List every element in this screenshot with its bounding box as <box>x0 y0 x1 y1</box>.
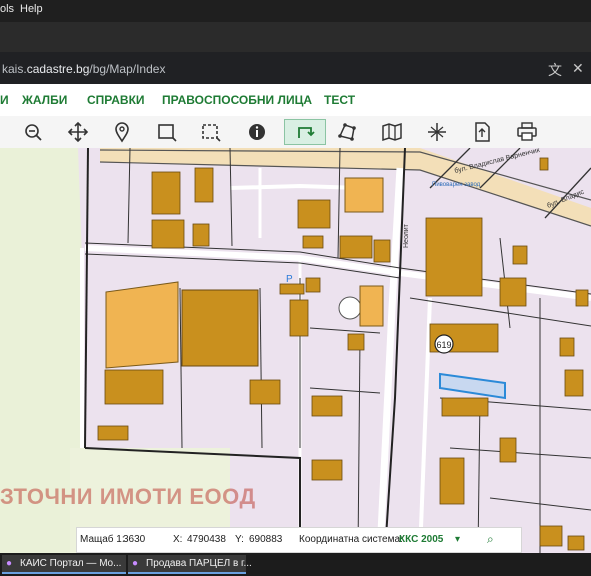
info-icon[interactable] <box>244 120 270 144</box>
pan-icon[interactable] <box>65 120 91 144</box>
cadastral-map[interactable]: 619 бул. Владислав Варненчик бул. Владис… <box>0 148 591 553</box>
coordinates-status-bar: Мащаб 1: 3630 X: 4790438 Y: 690883 Коорд… <box>76 527 522 553</box>
zoom-out-icon[interactable] <box>20 120 46 144</box>
map-toolbar <box>0 116 591 149</box>
x-value: 4790438 <box>187 534 226 545</box>
url-host: cadastre.bg <box>26 62 90 76</box>
polygon-icon[interactable] <box>334 120 360 144</box>
building-large <box>359 285 384 327</box>
print-icon[interactable] <box>514 120 540 144</box>
nav-item-test[interactable]: ТЕСТ <box>324 93 355 107</box>
url-text[interactable]: kais.cadastre.bg/bg/Map/Index <box>2 62 165 76</box>
scale-label: Мащаб 1: <box>80 534 125 545</box>
menu-tools[interactable]: ols <box>0 3 14 15</box>
taskbar-item-kais[interactable]: ● КАИС Портал — Mo... <box>2 555 126 574</box>
parking-label: P <box>286 274 293 285</box>
taskbar-item-label: КАИС Портал — Mo... <box>20 558 122 569</box>
building-large <box>344 177 384 213</box>
nav-item-references[interactable]: СПРАВКИ <box>87 93 145 107</box>
url-path: /bg/Map/Index <box>89 62 166 76</box>
selected-plot <box>439 372 506 400</box>
menu-bar: ols Help <box>0 0 591 22</box>
url-prefix: kais. <box>2 62 27 76</box>
map-icon[interactable] <box>379 120 405 144</box>
address-bar[interactable]: kais.cadastre.bg/bg/Map/Index 文 ✕ <box>0 54 591 84</box>
nav-item-partial[interactable]: И <box>0 93 9 107</box>
close-icon[interactable]: ✕ <box>572 60 584 77</box>
y-label: Y: <box>235 534 244 545</box>
y-value: 690883 <box>249 534 283 545</box>
taskbar-item-listing[interactable]: ● Продава ПАРЦЕЛ в г... <box>128 555 252 574</box>
nav-item-licensed-persons[interactable]: ПРАВОСПОСОБНИ ЛИЦА <box>162 93 312 107</box>
plot-number: 619 <box>436 340 451 350</box>
cross-section-icon[interactable] <box>424 120 450 144</box>
export-icon[interactable] <box>469 120 495 144</box>
menu-help[interactable]: Help <box>20 3 43 15</box>
browser-tab-strip <box>0 22 591 52</box>
scale-value: 3630 <box>123 534 146 545</box>
taskbar: ● КАИС Портал — Mo... ● Продава ПАРЦЕЛ в… <box>0 553 591 576</box>
routing-icon[interactable] <box>284 119 326 145</box>
landmark-label: Пивоварен завод <box>432 182 481 188</box>
street-label-vertical: Неолит <box>403 223 410 248</box>
main-nav: И ЖАЛБИ СПРАВКИ ПРАВОСПОСОБНИ ЛИЦА ТЕСТ <box>0 84 591 117</box>
chevron-down-icon[interactable]: ▾ <box>455 534 460 545</box>
location-pin-icon[interactable] <box>109 120 135 144</box>
select-area-icon[interactable] <box>198 120 224 144</box>
browser-icon: ● <box>132 558 139 569</box>
building-large <box>105 281 179 369</box>
x-label: X: <box>173 534 183 545</box>
search-icon[interactable]: ⌕ <box>487 532 494 547</box>
building <box>181 289 259 367</box>
nav-item-complaints[interactable]: ЖАЛБИ <box>22 93 67 107</box>
crs-select[interactable]: ККС 2005 <box>399 534 443 545</box>
taskbar-item-label: Продава ПАРЦЕЛ в г... <box>146 558 252 569</box>
watermark-text: ЗТОЧНИ ИМОТИ ЕООД <box>0 484 256 509</box>
translate-icon[interactable]: 文 <box>548 60 562 80</box>
select-rectangle-icon[interactable] <box>154 120 180 144</box>
crs-label: Координатна система: <box>299 534 403 545</box>
browser-icon: ● <box>6 558 13 569</box>
